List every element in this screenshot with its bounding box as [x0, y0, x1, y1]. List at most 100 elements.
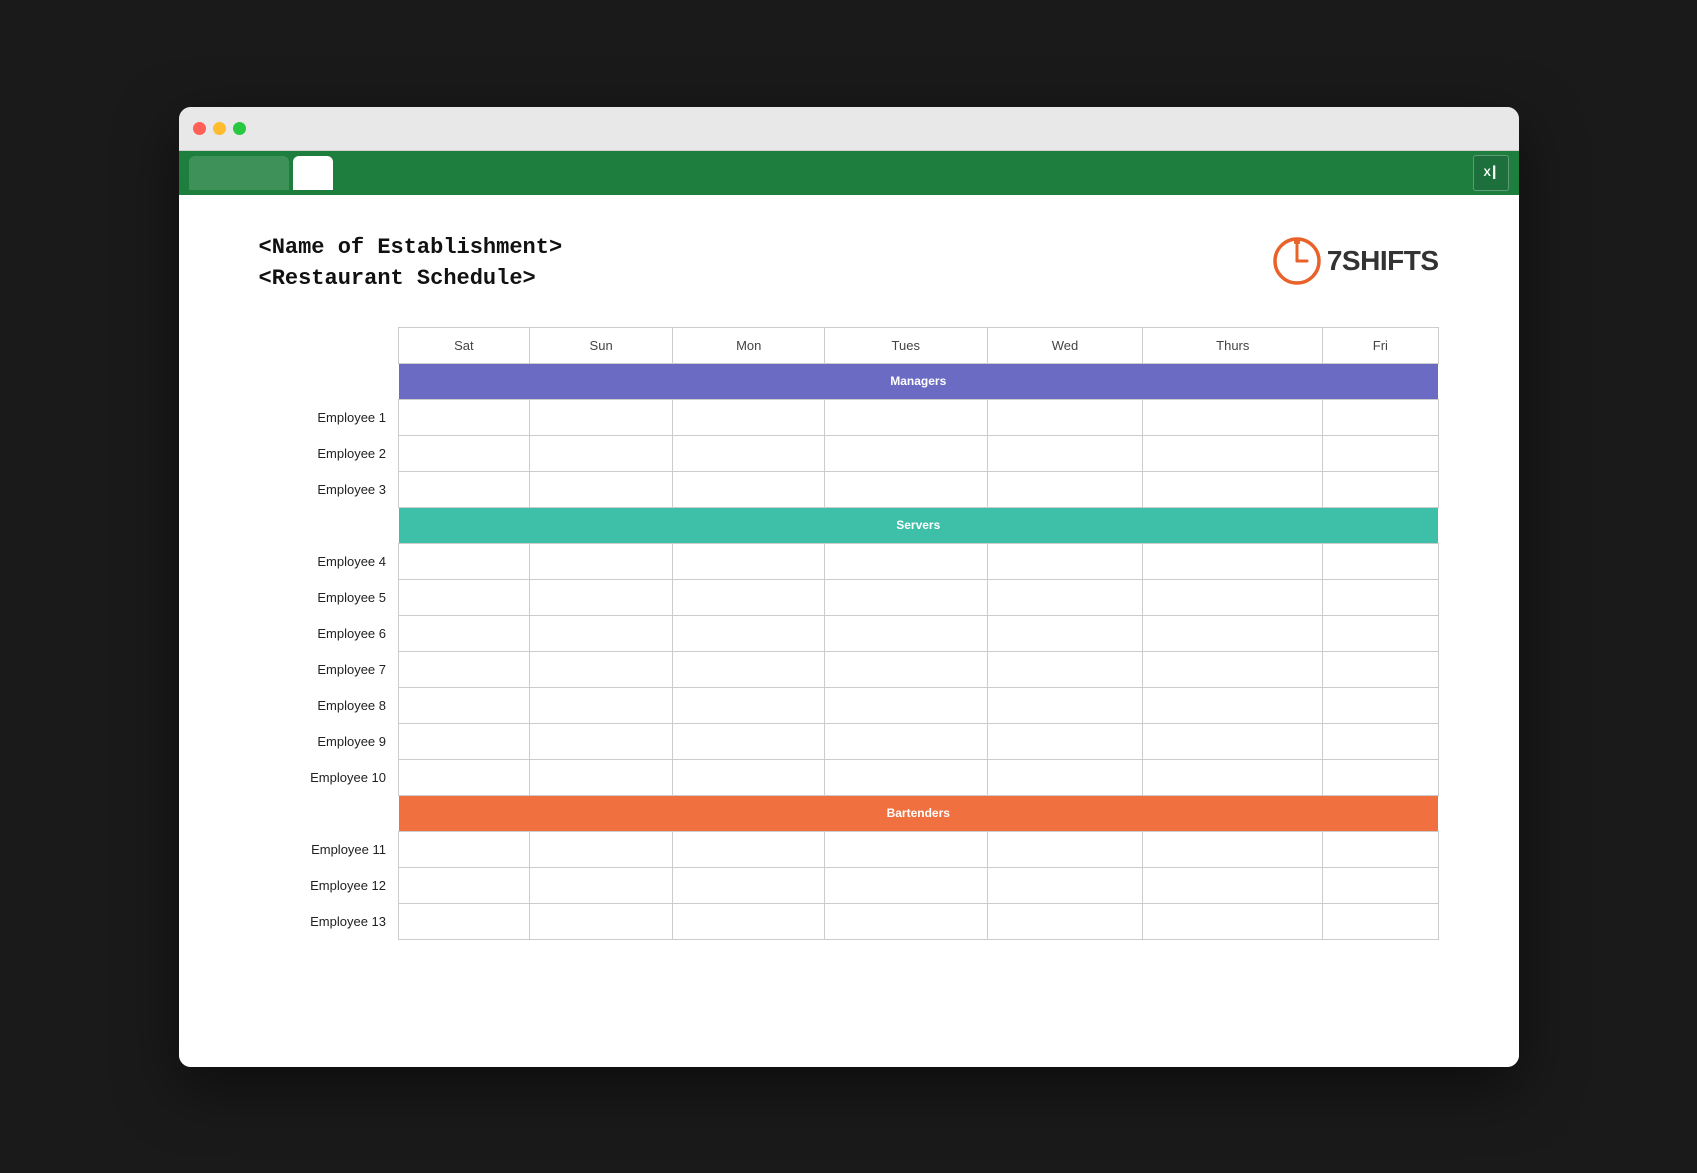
schedule-cell[interactable]	[1143, 435, 1323, 471]
schedule-cell[interactable]	[529, 903, 673, 939]
schedule-cell[interactable]	[824, 723, 987, 759]
schedule-cell[interactable]	[1143, 543, 1323, 579]
schedule-cell[interactable]	[1143, 399, 1323, 435]
toolbar-tab-inactive[interactable]	[189, 156, 289, 190]
schedule-cell[interactable]	[824, 615, 987, 651]
schedule-cell[interactable]	[987, 471, 1143, 507]
schedule-cell[interactable]	[824, 399, 987, 435]
schedule-cell[interactable]	[1323, 759, 1438, 795]
schedule-cell[interactable]	[1323, 831, 1438, 867]
schedule-cell[interactable]	[673, 759, 824, 795]
schedule-cell[interactable]	[399, 543, 530, 579]
schedule-cell[interactable]	[399, 579, 530, 615]
schedule-cell[interactable]	[1143, 471, 1323, 507]
schedule-cell[interactable]	[1323, 687, 1438, 723]
schedule-cell[interactable]	[1143, 723, 1323, 759]
schedule-cell[interactable]	[987, 543, 1143, 579]
schedule-cell[interactable]	[987, 579, 1143, 615]
schedule-cell[interactable]	[673, 399, 824, 435]
schedule-cell[interactable]	[1323, 543, 1438, 579]
schedule-cell[interactable]	[1323, 399, 1438, 435]
col-wed: Wed	[987, 327, 1143, 363]
table-row: Employee 2	[259, 435, 1439, 471]
schedule-cell[interactable]	[399, 723, 530, 759]
schedule-cell[interactable]	[987, 687, 1143, 723]
schedule-cell[interactable]	[673, 579, 824, 615]
schedule-cell[interactable]	[399, 831, 530, 867]
schedule-cell[interactable]	[824, 831, 987, 867]
schedule-cell[interactable]	[824, 759, 987, 795]
schedule-cell[interactable]	[529, 435, 673, 471]
maximize-button[interactable]	[233, 122, 246, 135]
schedule-cell[interactable]	[399, 759, 530, 795]
schedule-cell[interactable]	[529, 687, 673, 723]
schedule-cell[interactable]	[399, 435, 530, 471]
schedule-cell[interactable]	[1323, 867, 1438, 903]
schedule-cell[interactable]	[824, 435, 987, 471]
schedule-cell[interactable]	[1323, 651, 1438, 687]
schedule-cell[interactable]	[824, 867, 987, 903]
schedule-cell[interactable]	[529, 615, 673, 651]
minimize-button[interactable]	[213, 122, 226, 135]
schedule-cell[interactable]	[987, 723, 1143, 759]
toolbar-tab-active[interactable]	[293, 156, 333, 190]
schedule-cell[interactable]	[399, 903, 530, 939]
schedule-cell[interactable]	[987, 651, 1143, 687]
schedule-cell[interactable]	[824, 687, 987, 723]
schedule-cell[interactable]	[987, 615, 1143, 651]
schedule-cell[interactable]	[1323, 723, 1438, 759]
schedule-cell[interactable]	[673, 723, 824, 759]
schedule-cell[interactable]	[529, 543, 673, 579]
schedule-cell[interactable]	[673, 867, 824, 903]
close-button[interactable]	[193, 122, 206, 135]
schedule-cell[interactable]	[399, 651, 530, 687]
schedule-cell[interactable]	[1143, 759, 1323, 795]
schedule-cell[interactable]	[824, 651, 987, 687]
schedule-cell[interactable]	[399, 615, 530, 651]
schedule-cell[interactable]	[1323, 615, 1438, 651]
schedule-cell[interactable]	[529, 471, 673, 507]
schedule-cell[interactable]	[1143, 903, 1323, 939]
schedule-cell[interactable]	[673, 615, 824, 651]
schedule-cell[interactable]	[399, 687, 530, 723]
schedule-cell[interactable]	[529, 759, 673, 795]
schedule-cell[interactable]	[529, 651, 673, 687]
schedule-cell[interactable]	[1143, 615, 1323, 651]
schedule-cell[interactable]	[987, 399, 1143, 435]
schedule-cell[interactable]	[673, 903, 824, 939]
schedule-cell[interactable]	[399, 471, 530, 507]
schedule-cell[interactable]	[673, 687, 824, 723]
schedule-cell[interactable]	[1143, 651, 1323, 687]
excel-icon[interactable]: X┃	[1473, 155, 1509, 191]
schedule-cell[interactable]	[1323, 903, 1438, 939]
schedule-cell[interactable]	[673, 543, 824, 579]
schedule-cell[interactable]	[673, 831, 824, 867]
schedule-cell[interactable]	[1143, 867, 1323, 903]
schedule-cell[interactable]	[1323, 579, 1438, 615]
schedule-cell[interactable]	[673, 471, 824, 507]
schedule-cell[interactable]	[529, 831, 673, 867]
schedule-cell[interactable]	[1143, 579, 1323, 615]
schedule-cell[interactable]	[399, 867, 530, 903]
schedule-cell[interactable]	[824, 543, 987, 579]
schedule-cell[interactable]	[529, 399, 673, 435]
schedule-cell[interactable]	[987, 831, 1143, 867]
schedule-cell[interactable]	[987, 435, 1143, 471]
schedule-cell[interactable]	[987, 759, 1143, 795]
schedule-cell[interactable]	[1323, 471, 1438, 507]
schedule-cell[interactable]	[987, 867, 1143, 903]
schedule-cell[interactable]	[1143, 687, 1323, 723]
schedule-cell[interactable]	[1143, 831, 1323, 867]
schedule-cell[interactable]	[529, 579, 673, 615]
schedule-cell[interactable]	[399, 399, 530, 435]
schedule-cell[interactable]	[824, 579, 987, 615]
section-header-bartenders: Bartenders	[259, 795, 1439, 831]
schedule-cell[interactable]	[1323, 435, 1438, 471]
schedule-cell[interactable]	[824, 471, 987, 507]
schedule-cell[interactable]	[673, 651, 824, 687]
schedule-cell[interactable]	[529, 867, 673, 903]
schedule-cell[interactable]	[824, 903, 987, 939]
schedule-cell[interactable]	[673, 435, 824, 471]
schedule-cell[interactable]	[987, 903, 1143, 939]
schedule-cell[interactable]	[529, 723, 673, 759]
